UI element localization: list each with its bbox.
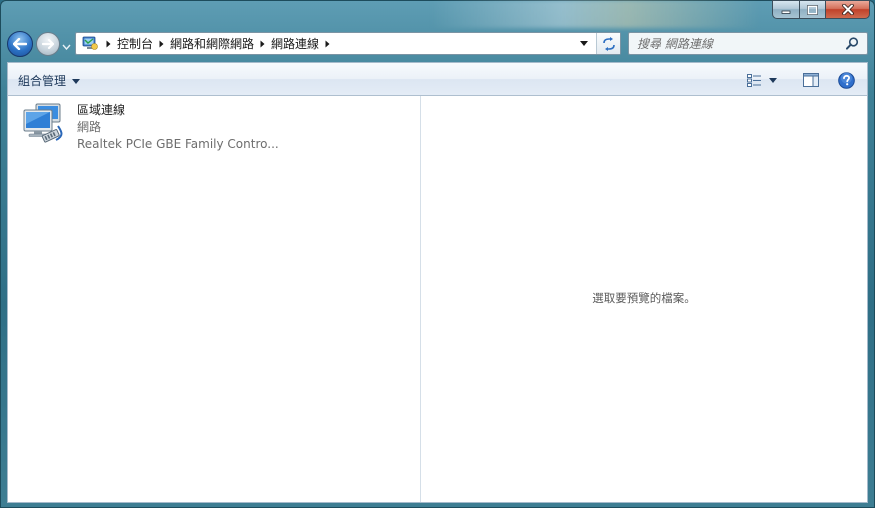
- preview-pane: 選取要預覽的檔案。: [421, 96, 867, 502]
- chevron-down-icon: [580, 41, 588, 46]
- refresh-button[interactable]: [596, 33, 620, 54]
- content-area: 區域連線 網路 Realtek PCIe GBE Family Contro..…: [7, 96, 868, 503]
- recent-pages-dropdown[interactable]: [62, 39, 71, 53]
- search-box[interactable]: [628, 32, 868, 55]
- organize-label: 組合管理: [18, 73, 67, 88]
- forward-arrow-icon: [42, 39, 54, 49]
- command-bar: 組合管理: [7, 62, 868, 96]
- back-arrow-icon: [13, 38, 27, 50]
- maximize-button[interactable]: [799, 0, 825, 19]
- connection-device: Realtek PCIe GBE Family Contro...: [77, 137, 279, 151]
- connection-status: 網路: [77, 120, 102, 134]
- chevron-down-icon: [62, 44, 71, 51]
- list-item[interactable]: 區域連線 網路 Realtek PCIe GBE Family Contro..…: [22, 102, 282, 158]
- breadcrumb-control-panel[interactable]: 控制台: [117, 35, 153, 52]
- change-view-icon: [746, 73, 761, 87]
- search-input[interactable]: [629, 33, 839, 54]
- search-icon: [845, 37, 858, 50]
- close-button[interactable]: [825, 0, 870, 19]
- preview-pane-icon: [803, 73, 819, 87]
- chevron-down-icon: [769, 77, 777, 83]
- breadcrumb-separator-icon[interactable]: [325, 40, 330, 48]
- minimize-icon: [781, 10, 791, 14]
- help-icon: [837, 71, 855, 89]
- caption-buttons: [772, 0, 870, 19]
- search-button[interactable]: [839, 33, 865, 54]
- forward-button[interactable]: [36, 32, 60, 56]
- breadcrumb-separator-icon[interactable]: [159, 40, 164, 48]
- refresh-icon: [602, 36, 615, 51]
- file-list-pane[interactable]: 區域連線 網路 Realtek PCIe GBE Family Contro..…: [8, 96, 420, 502]
- control-panel-icon: [80, 36, 100, 52]
- network-adapter-icon: [22, 102, 68, 152]
- breadcrumb-network-connections[interactable]: 網路連線: [271, 35, 319, 52]
- address-history-dropdown[interactable]: [576, 33, 592, 54]
- organize-button[interactable]: 組合管理: [18, 71, 81, 89]
- close-icon: [841, 4, 854, 15]
- minimize-button[interactable]: [772, 0, 799, 19]
- window-frame-glow: [430, 0, 760, 28]
- breadcrumb-separator-icon[interactable]: [260, 40, 265, 48]
- address-bar[interactable]: 控制台 網路和網際網路 網路連線: [75, 32, 621, 55]
- preview-pane-button[interactable]: [799, 69, 823, 91]
- breadcrumb-network-and-internet[interactable]: 網路和網際網路: [170, 35, 254, 52]
- breadcrumb-separator-icon[interactable]: [106, 40, 111, 48]
- more-view-options-button[interactable]: [765, 69, 781, 91]
- back-button[interactable]: [7, 31, 33, 57]
- preview-message: 選取要預覽的檔案。: [592, 291, 696, 305]
- change-view-button[interactable]: [743, 69, 765, 91]
- maximize-icon: [807, 4, 818, 15]
- help-button[interactable]: [835, 69, 857, 91]
- chevron-down-icon: [72, 73, 81, 87]
- connection-name: 區域連線: [77, 103, 126, 117]
